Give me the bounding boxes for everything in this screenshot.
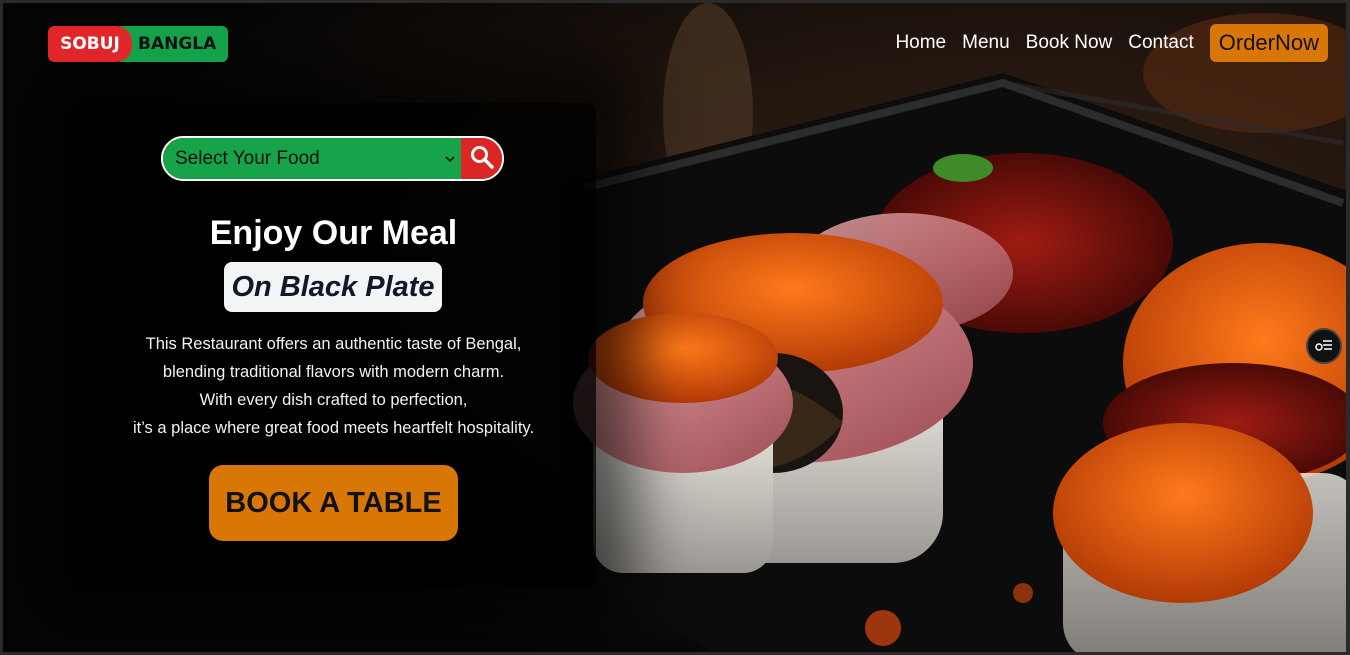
settings-toggle-icon [1315, 337, 1333, 356]
description-line: it’s a place where great food meets hear… [132, 419, 535, 437]
page: SOBUJ BANGLA Home Menu Book Now Contact … [0, 0, 1350, 655]
nav-link-home[interactable]: Home [895, 32, 946, 54]
book-a-table-button[interactable]: BOOK A TABLE [209, 465, 458, 541]
hero-description: This Restaurant offers an authentic tast… [71, 330, 596, 442]
search-icon [469, 144, 495, 174]
brand-logo-right: BANGLA [120, 26, 228, 62]
nav-link-book-now[interactable]: Book Now [1026, 32, 1113, 54]
floating-widget-button[interactable] [1306, 328, 1342, 364]
hero-headline: Enjoy Our Meal [209, 214, 458, 252]
hero-tagline: On Black Plate [224, 262, 442, 312]
food-select-value: Select Your Food [175, 147, 320, 169]
food-select[interactable]: Select Your Food [163, 138, 461, 179]
description-line: With every dish crafted to perfection, [199, 391, 468, 409]
main-nav: Home Menu Book Now Contact OrderNow [879, 24, 1328, 62]
brand-logo-left: SOBUJ [48, 26, 132, 62]
brand-logo[interactable]: SOBUJ BANGLA [48, 26, 228, 62]
nav-link-contact[interactable]: Contact [1128, 32, 1193, 54]
search-button[interactable] [461, 138, 502, 179]
order-now-button[interactable]: OrderNow [1209, 24, 1328, 62]
description-line: This Restaurant offers an authentic tast… [145, 335, 522, 353]
food-search: Select Your Food [161, 136, 504, 181]
chevron-down-icon [445, 152, 455, 166]
nav-link-menu[interactable]: Menu [962, 32, 1010, 54]
description-line: blending traditional flavors with modern… [162, 363, 505, 381]
